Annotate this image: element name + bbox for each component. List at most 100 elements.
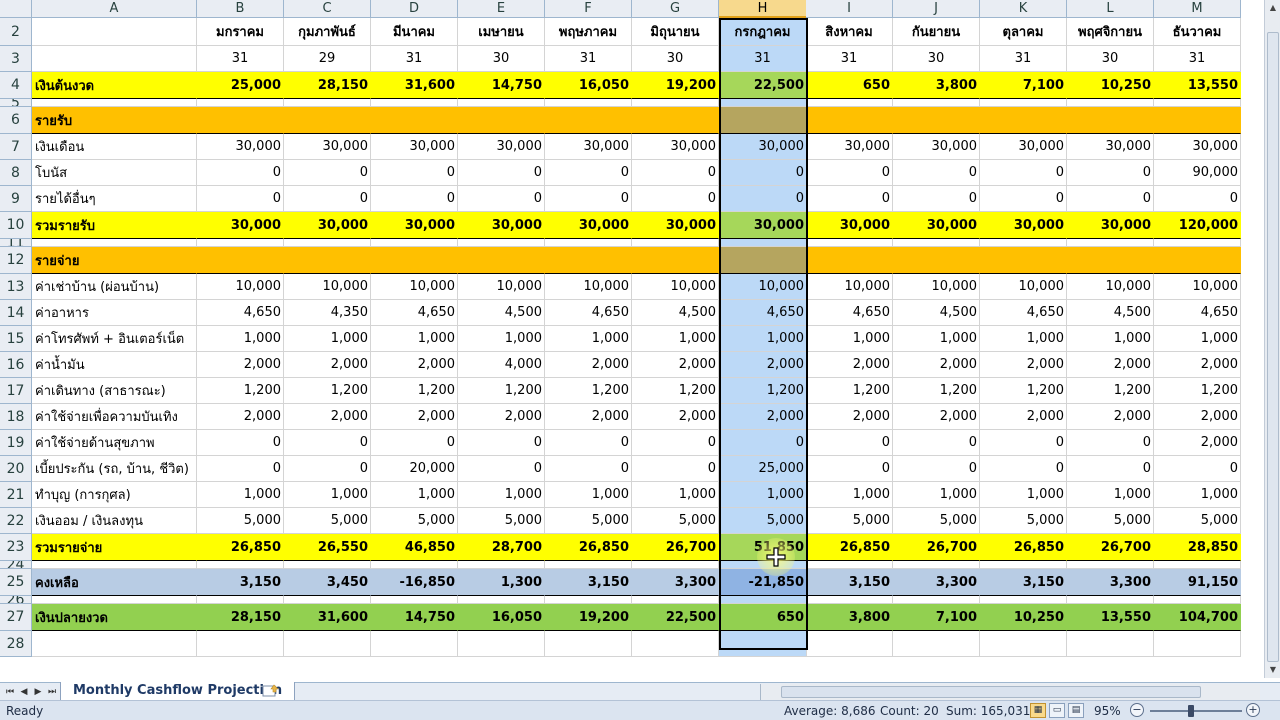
value-cell[interactable]	[197, 99, 284, 107]
page-break-view-icon[interactable]: ▤	[1068, 703, 1084, 718]
value-cell[interactable]: 0	[545, 160, 632, 186]
value-cell[interactable]	[1154, 239, 1241, 247]
value-cell[interactable]: 0	[806, 186, 893, 212]
row-header[interactable]: 15	[0, 326, 32, 352]
value-cell[interactable]: 26,850	[806, 534, 893, 561]
value-cell[interactable]	[719, 631, 807, 657]
value-cell[interactable]: 26,850	[197, 534, 284, 561]
row-header[interactable]: 17	[0, 378, 32, 404]
value-cell[interactable]	[284, 239, 371, 247]
value-cell[interactable]: 0	[980, 186, 1067, 212]
value-cell[interactable]: 0	[545, 186, 632, 212]
value-cell[interactable]	[197, 561, 284, 569]
row-header[interactable]: 2	[0, 18, 32, 46]
row-header[interactable]: 23	[0, 534, 32, 561]
value-cell[interactable]: 3,150	[197, 569, 284, 596]
value-cell[interactable]: 2,000	[806, 404, 893, 430]
value-cell[interactable]	[545, 596, 632, 604]
value-cell[interactable]	[1067, 107, 1154, 134]
value-cell[interactable]	[632, 107, 719, 134]
value-cell[interactable]: 5,000	[980, 508, 1067, 534]
value-cell[interactable]	[893, 631, 980, 657]
value-cell[interactable]: 0	[545, 430, 632, 456]
value-cell[interactable]	[545, 561, 632, 569]
month-header-cell[interactable]: กรกฎาคม	[719, 18, 807, 46]
column-header-d[interactable]: D	[371, 0, 458, 18]
value-cell[interactable]: 1,000	[980, 326, 1067, 352]
value-cell[interactable]: 0	[1154, 186, 1241, 212]
value-cell[interactable]: 2,000	[545, 352, 632, 378]
row-label-cell[interactable]: ค่าเช่าบ้าน (ผ่อนบ้าน)	[32, 274, 197, 300]
row-header[interactable]: 22	[0, 508, 32, 534]
value-cell[interactable]: 26,700	[632, 534, 719, 561]
value-cell[interactable]	[893, 239, 980, 247]
row-label-cell[interactable]: ค่าโทรศัพท์ + อินเตอร์เน็ต	[32, 326, 197, 352]
value-cell[interactable]: 13,550	[1154, 72, 1241, 99]
value-cell[interactable]: 0	[197, 430, 284, 456]
value-cell[interactable]: 2,000	[371, 404, 458, 430]
value-cell[interactable]: 4,650	[371, 300, 458, 326]
value-cell[interactable]: 0	[371, 430, 458, 456]
value-cell[interactable]	[458, 239, 545, 247]
value-cell[interactable]: 1,200	[1067, 378, 1154, 404]
value-cell[interactable]: 5,000	[893, 508, 980, 534]
value-cell[interactable]	[893, 107, 980, 134]
value-cell[interactable]: 25,000	[197, 72, 284, 99]
row-label-cell[interactable]: ค่าน้ำมัน	[32, 352, 197, 378]
row-header[interactable]: 13	[0, 274, 32, 300]
row-label-cell[interactable]: รายรับ	[32, 107, 197, 134]
value-cell[interactable]: 25,000	[719, 456, 807, 482]
value-cell[interactable]: 3,150	[545, 569, 632, 596]
zoom-out-icon[interactable]: −	[1130, 703, 1144, 717]
row-header[interactable]: 24	[0, 561, 32, 569]
row-label-cell[interactable]	[32, 596, 197, 604]
value-cell[interactable]: 14,750	[458, 72, 545, 99]
row-label-cell[interactable]: เงินปลายงวด	[32, 604, 197, 631]
value-cell[interactable]	[458, 631, 545, 657]
next-sheet-icon[interactable]: ▶	[32, 685, 44, 699]
value-cell[interactable]	[1067, 99, 1154, 107]
value-cell[interactable]: 0	[632, 186, 719, 212]
value-cell[interactable]: 1,000	[632, 482, 719, 508]
value-cell[interactable]: 4,650	[806, 300, 893, 326]
zoom-in-icon[interactable]: +	[1246, 703, 1260, 717]
value-cell[interactable]: 4,000	[458, 352, 545, 378]
value-cell[interactable]: 4,650	[980, 300, 1067, 326]
value-cell[interactable]: 1,200	[893, 378, 980, 404]
value-cell[interactable]: 1,200	[806, 378, 893, 404]
value-cell[interactable]: 1,000	[197, 326, 284, 352]
vertical-scrollbar[interactable]: ▲ ▼	[1264, 0, 1280, 678]
value-cell[interactable]: 28,150	[284, 72, 371, 99]
month-header-cell[interactable]: กันยายน	[893, 18, 980, 46]
value-cell[interactable]: 3,150	[806, 569, 893, 596]
value-cell[interactable]	[719, 99, 807, 107]
value-cell[interactable]: 26,700	[1067, 534, 1154, 561]
value-cell[interactable]: 0	[719, 160, 807, 186]
value-cell[interactable]: 30,000	[1067, 212, 1154, 239]
value-cell[interactable]: 30,000	[980, 134, 1067, 160]
value-cell[interactable]	[632, 99, 719, 107]
month-header-cell[interactable]: พฤศจิกายน	[1067, 18, 1154, 46]
value-cell[interactable]: 1,000	[371, 326, 458, 352]
value-cell[interactable]: 3,150	[980, 569, 1067, 596]
value-cell[interactable]: 30,000	[893, 134, 980, 160]
value-cell[interactable]: 1,200	[371, 378, 458, 404]
value-cell[interactable]: 0	[284, 160, 371, 186]
value-cell[interactable]: 2,000	[284, 404, 371, 430]
value-cell[interactable]: 10,000	[284, 274, 371, 300]
days-cell[interactable]: 30	[458, 46, 545, 72]
value-cell[interactable]: 19,200	[632, 72, 719, 99]
value-cell[interactable]: 10,000	[371, 274, 458, 300]
value-cell[interactable]: 0	[806, 160, 893, 186]
value-cell[interactable]	[371, 631, 458, 657]
value-cell[interactable]: 10,000	[545, 274, 632, 300]
row-header[interactable]: 10	[0, 212, 32, 239]
month-header-cell[interactable]: ธันวาคม	[1154, 18, 1241, 46]
column-header-l[interactable]: L	[1067, 0, 1154, 18]
value-cell[interactable]	[893, 596, 980, 604]
value-cell[interactable]: 20,000	[371, 456, 458, 482]
value-cell[interactable]: 0	[197, 186, 284, 212]
value-cell[interactable]	[371, 239, 458, 247]
value-cell[interactable]: 0	[806, 430, 893, 456]
value-cell[interactable]: 3,800	[806, 604, 893, 631]
